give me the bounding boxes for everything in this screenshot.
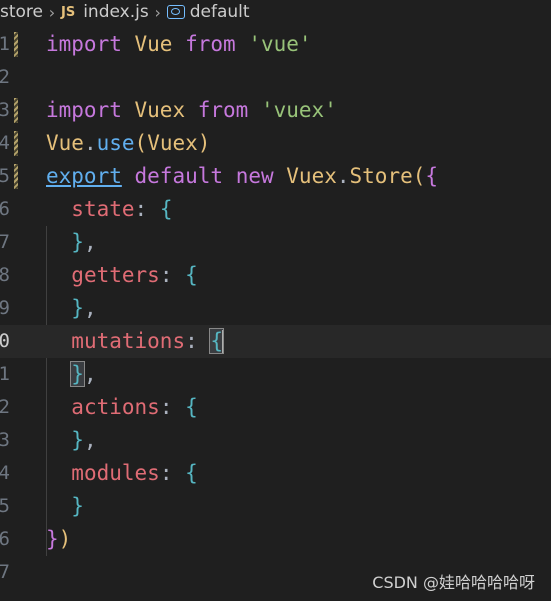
token-keyword-link[interactable]: export	[46, 164, 122, 188]
line-number: 5	[0, 495, 10, 517]
breadcrumb-folder[interactable]: store	[0, 2, 43, 22]
code-line[interactable]: 7 },	[0, 226, 551, 259]
token-identifier: Store	[349, 164, 413, 188]
watermark: CSDN @娃哈哈哈哈呀	[372, 573, 535, 592]
token-punctuation: :	[134, 197, 160, 221]
line-number: 9	[0, 297, 10, 319]
token-punctuation: :	[159, 263, 186, 287]
token-property: modules	[71, 461, 160, 485]
token-punctuation: .	[83, 131, 97, 155]
breadcrumb: store › JS index.js › default	[0, 0, 551, 24]
token-paren: (	[134, 131, 148, 155]
token-brace: }	[71, 296, 84, 320]
code-editor[interactable]: 1 import Vue from 'vue' 2 3 import Vuex …	[0, 28, 551, 589]
code-line[interactable]: 5 }	[0, 490, 551, 523]
token-brace: {	[185, 263, 198, 287]
token-string: 'vue'	[248, 32, 312, 56]
token-identifier: Vuex	[134, 98, 186, 122]
line-number: 3	[0, 99, 10, 121]
code-line[interactable]: 5 export default new Vuex.Store({	[0, 160, 551, 193]
token-property: mutations	[71, 329, 186, 353]
js-file-icon: JS	[61, 4, 76, 20]
line-number: 2	[0, 396, 10, 418]
token-identifier: Vuex	[286, 164, 337, 188]
token-keyword: import	[46, 32, 122, 56]
token-brace: {	[425, 164, 439, 188]
token-punctuation: ,	[83, 428, 97, 452]
token-string: 'vuex'	[260, 98, 337, 122]
token-property: actions	[71, 395, 160, 419]
token-brace: {	[185, 395, 198, 419]
token-brace: {	[159, 197, 173, 221]
token-brace: }	[46, 527, 59, 551]
line-number: 6	[0, 198, 10, 220]
symbol-field-icon	[166, 5, 185, 19]
code-line[interactable]: 3 },	[0, 424, 551, 457]
line-number: 7	[0, 561, 10, 583]
code-line[interactable]: 6 })	[0, 523, 551, 556]
modified-line-indicator	[14, 32, 18, 57]
code-line[interactable]: 4 modules: {	[0, 457, 551, 490]
token-paren: )	[197, 131, 211, 155]
code-line[interactable]: 1 },	[0, 358, 551, 391]
token-property: state	[71, 197, 135, 221]
breadcrumb-symbol[interactable]: default	[166, 2, 250, 22]
token-paren: (	[412, 164, 426, 188]
line-number: 0	[0, 330, 10, 352]
line-number: 5	[0, 165, 10, 187]
code-line[interactable]: 2	[0, 61, 551, 94]
modified-line-indicator	[14, 131, 18, 156]
token-brace: }	[71, 428, 84, 452]
token-identifier: Vue	[46, 131, 84, 155]
token-punctuation: ,	[83, 230, 97, 254]
modified-line-indicator	[14, 98, 18, 123]
token-punctuation: :	[185, 329, 211, 353]
token-brace: {	[185, 461, 198, 485]
token-keyword: default	[134, 164, 224, 188]
breadcrumb-symbol-label: default	[189, 2, 250, 22]
code-line[interactable]: 2 actions: {	[0, 391, 551, 424]
breadcrumb-file[interactable]: JS index.js	[61, 2, 149, 22]
line-number: 8	[0, 264, 10, 286]
token-keyword: new	[235, 164, 274, 188]
token-keyword: from	[185, 32, 236, 56]
token-punctuation: :	[159, 461, 186, 485]
text-cursor	[222, 330, 225, 354]
modified-line-indicator	[14, 164, 18, 189]
code-line[interactable]: 3 import Vuex from 'vuex'	[0, 94, 551, 127]
code-line[interactable]: 9 },	[0, 292, 551, 325]
token-property: getters	[71, 263, 160, 287]
token-paren: )	[58, 527, 72, 551]
line-number: 4	[0, 462, 10, 484]
line-number: 7	[0, 231, 10, 253]
line-number: 4	[0, 132, 10, 154]
token-brace: }	[71, 494, 84, 518]
line-number: 3	[0, 429, 10, 451]
token-punctuation: ,	[83, 362, 97, 386]
token-brace-matched: }	[70, 361, 85, 387]
breadcrumb-file-label: index.js	[83, 2, 149, 22]
chevron-right-icon: ›	[48, 2, 56, 22]
code-line[interactable]: 4 Vue.use(Vuex)	[0, 127, 551, 160]
code-line[interactable]: 1 import Vue from 'vue'	[0, 28, 551, 61]
token-identifier: Vuex	[147, 131, 198, 155]
token-keyword: from	[197, 98, 249, 122]
token-punctuation: .	[336, 164, 350, 188]
token-brace: }	[71, 230, 84, 254]
token-function: use	[96, 131, 135, 155]
line-number: 1	[0, 363, 10, 385]
code-line-current[interactable]: 0 mutations: {	[0, 325, 551, 358]
token-identifier: Vue	[134, 32, 173, 56]
code-line[interactable]: 8 getters: {	[0, 259, 551, 292]
token-punctuation: ,	[83, 296, 97, 320]
line-number: 2	[0, 66, 10, 88]
chevron-right-icon: ›	[154, 2, 161, 22]
token-keyword: import	[46, 98, 122, 122]
line-number: 1	[0, 33, 10, 55]
token-punctuation: :	[159, 395, 186, 419]
code-line[interactable]: 6 state: {	[0, 193, 551, 226]
line-number: 6	[0, 528, 10, 550]
